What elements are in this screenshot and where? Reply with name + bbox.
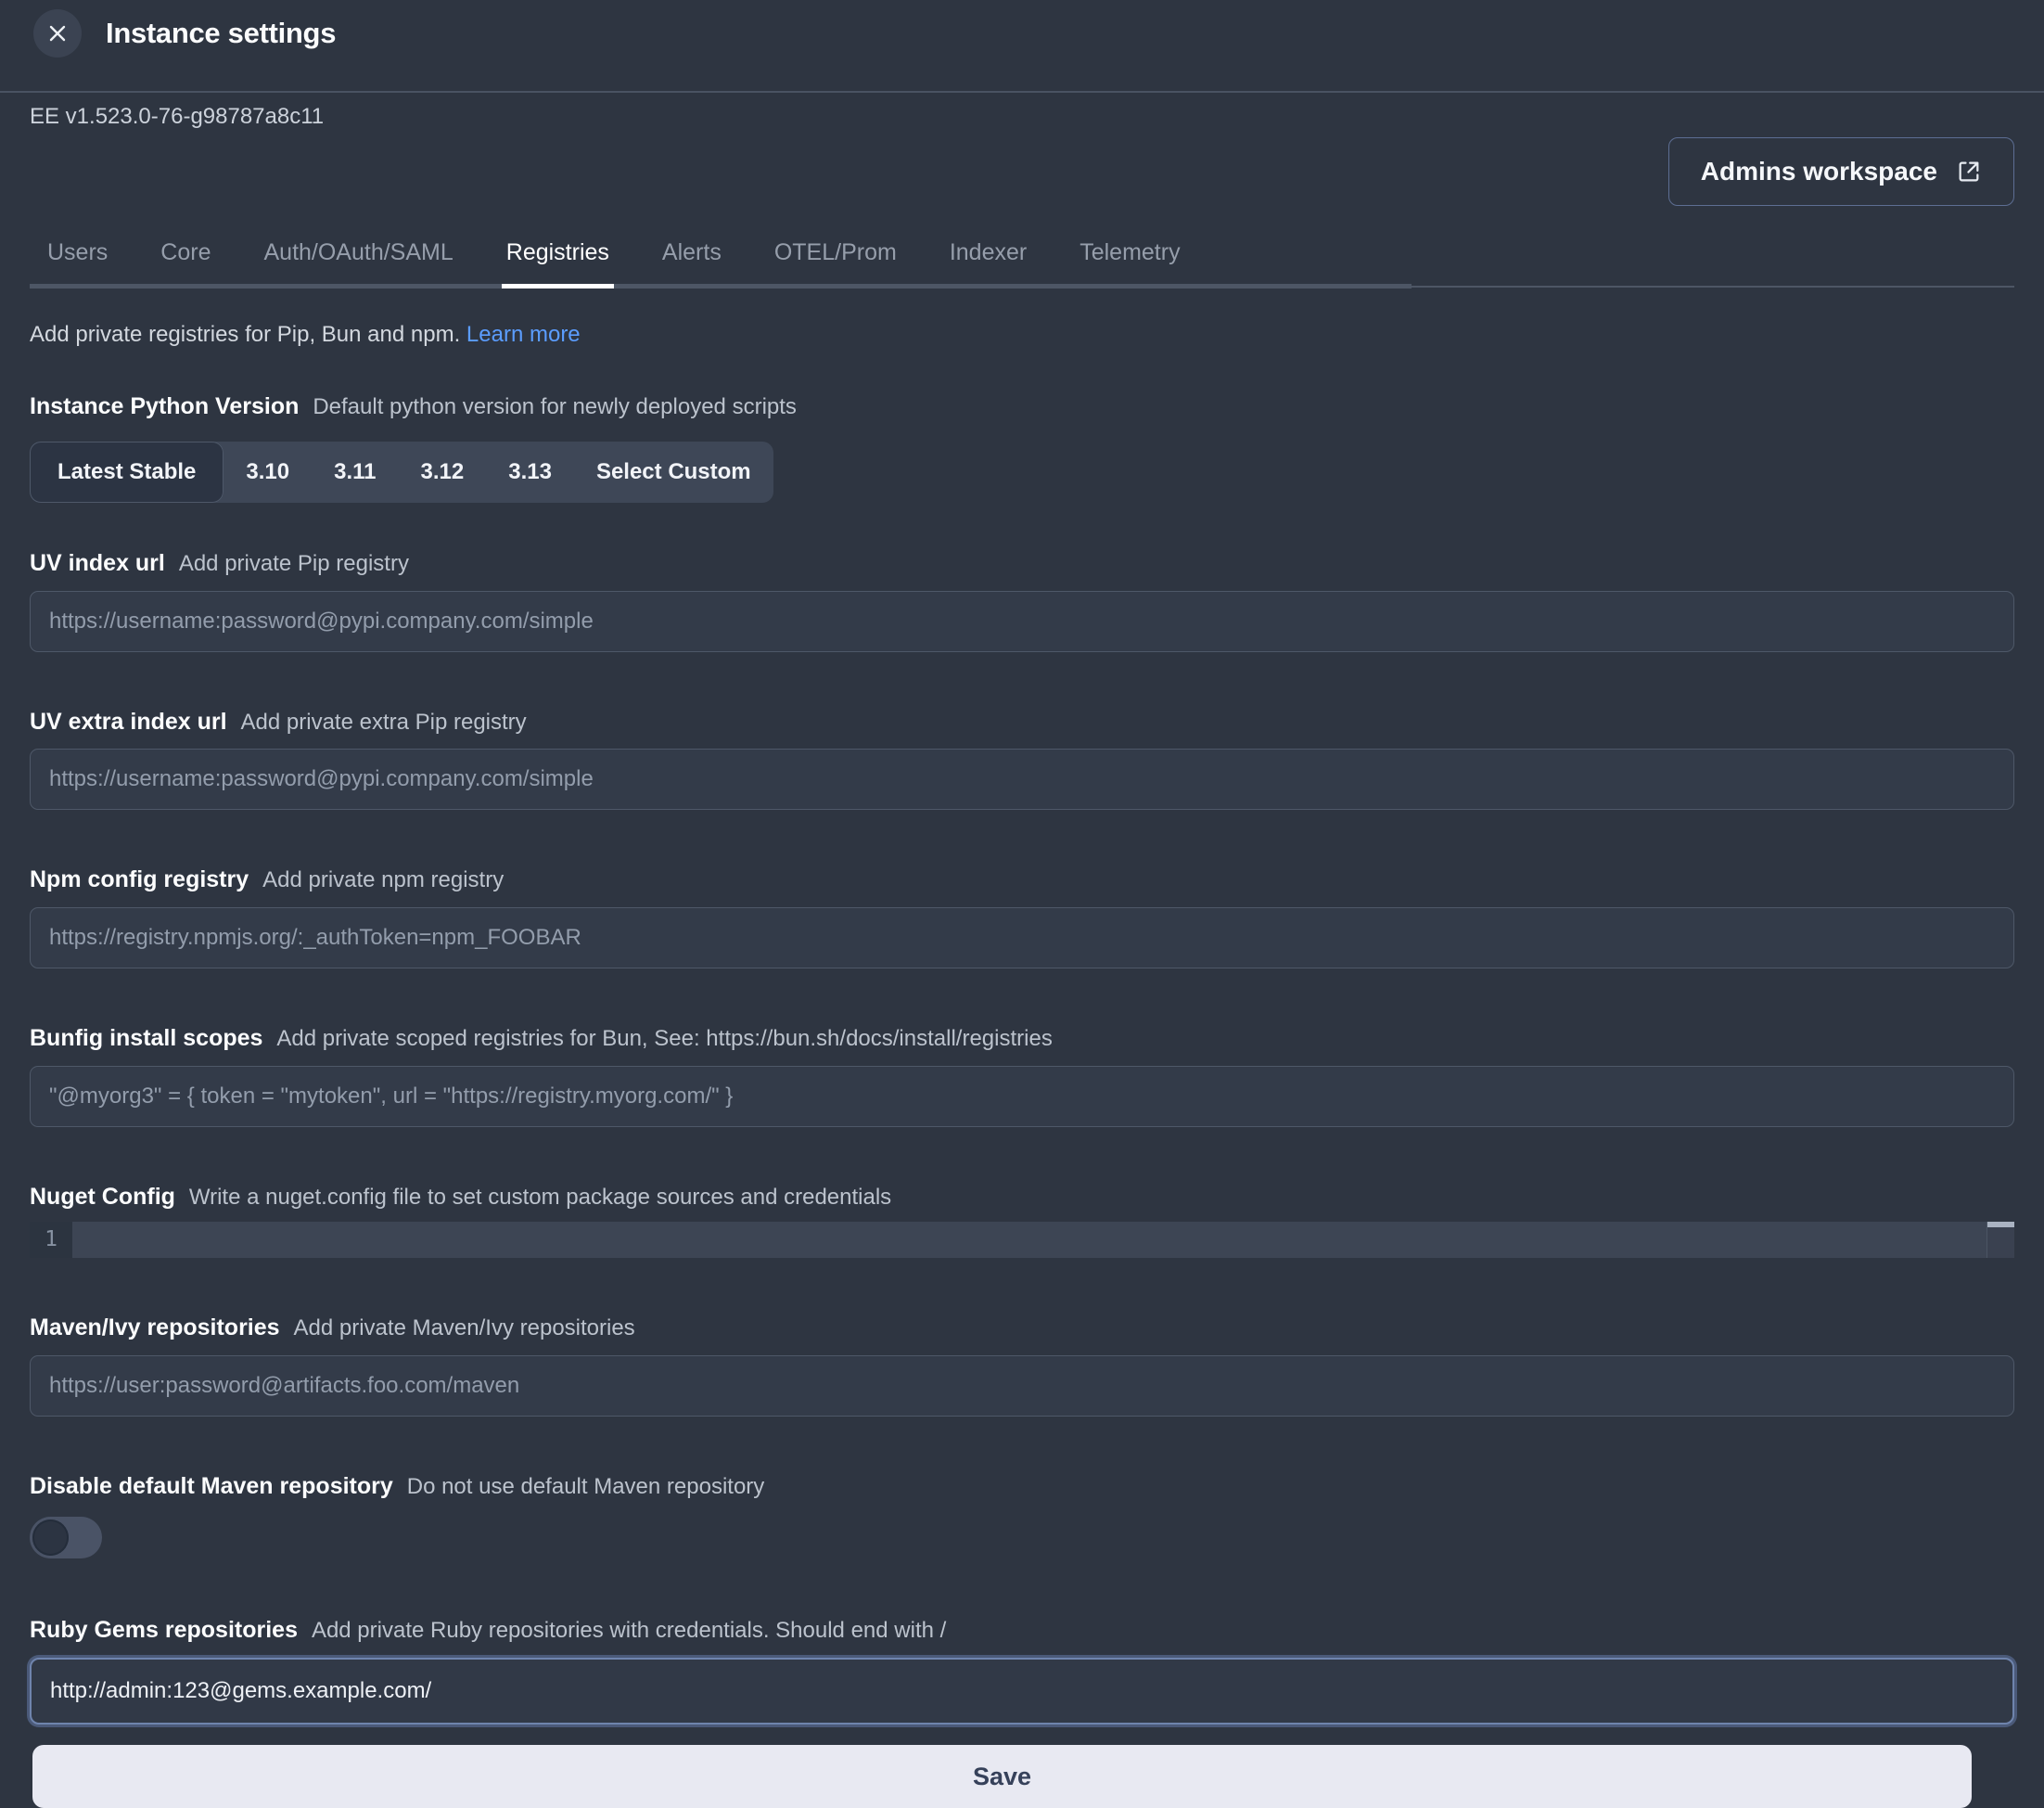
uv-extra-index-url-description: Add private extra Pip registry: [241, 710, 527, 735]
maven-ivy-repositories-label: Maven/Ivy repositories: [30, 1314, 280, 1340]
section-bunfig-install-scopes: Bunfig install scopes Add private scoped…: [30, 1024, 2014, 1127]
tab-registries[interactable]: Registries: [502, 226, 614, 289]
nuget-config-editor[interactable]: 1: [30, 1222, 2014, 1258]
bunfig-install-scopes-label: Bunfig install scopes: [30, 1025, 262, 1051]
ruby-gems-repositories-description: Add private Ruby repositories with crede…: [312, 1618, 946, 1643]
python-version-option-3-11[interactable]: 3.11: [312, 442, 398, 503]
npm-config-registry-label: Npm config registry: [30, 866, 249, 892]
disable-default-maven-toggle[interactable]: [30, 1517, 102, 1558]
bunfig-install-scopes-description: Add private scoped registries for Bun, S…: [276, 1026, 1052, 1051]
admins-workspace-button[interactable]: Admins workspace: [1668, 137, 2014, 206]
intro-note: Add private registries for Pip, Bun and …: [30, 322, 2014, 348]
section-npm-config-registry: Npm config registry Add private npm regi…: [30, 866, 2014, 968]
tab-indexer[interactable]: Indexer: [945, 226, 1031, 284]
uv-extra-index-url-label: UV extra index url: [30, 709, 227, 735]
ruby-gems-repositories-input[interactable]: [30, 1658, 2014, 1725]
uv-extra-index-url-input[interactable]: [30, 749, 2014, 810]
page-title: Instance settings: [106, 17, 336, 50]
editor-active-line[interactable]: [72, 1222, 1987, 1258]
section-nuget-config: Nuget Config Write a nuget.config file t…: [30, 1183, 2014, 1258]
python-version-option-3-13[interactable]: 3.13: [486, 442, 574, 503]
tab-otel-prom[interactable]: OTEL/Prom: [770, 226, 901, 284]
npm-config-registry-input[interactable]: [30, 907, 2014, 968]
intro-text: Add private registries for Pip, Bun and …: [30, 322, 460, 347]
python-version-option-select-custom[interactable]: Select Custom: [574, 442, 773, 503]
editor-scrollbar-track: [1987, 1222, 2014, 1258]
tab-telemetry[interactable]: Telemetry: [1075, 226, 1184, 284]
disable-default-maven-label: Disable default Maven repository: [30, 1473, 393, 1499]
python-version-option-latest-stable[interactable]: Latest Stable: [30, 442, 224, 503]
close-icon: [46, 22, 69, 45]
tab-core[interactable]: Core: [156, 226, 215, 284]
tab-auth-oauth-saml[interactable]: Auth/OAuth/SAML: [259, 226, 457, 284]
version-label: EE v1.523.0-76-g98787a8c11: [0, 104, 2044, 130]
uv-index-url-input[interactable]: [30, 591, 2014, 652]
npm-config-registry-description: Add private npm registry: [262, 867, 504, 892]
section-ruby-gems-repositories: Ruby Gems repositories Add private Ruby …: [30, 1616, 2014, 1725]
section-uv-extra-index-url: UV extra index url Add private extra Pip…: [30, 708, 2014, 811]
maven-ivy-repositories-input[interactable]: [30, 1355, 2014, 1417]
maven-ivy-repositories-description: Add private Maven/Ivy repositories: [294, 1315, 635, 1340]
ruby-gems-repositories-label: Ruby Gems repositories: [30, 1617, 298, 1643]
bunfig-install-scopes-input[interactable]: [30, 1066, 2014, 1127]
section-uv-index-url: UV index url Add private Pip registry: [30, 549, 2014, 652]
close-button[interactable]: [33, 9, 82, 58]
disable-default-maven-description: Do not use default Maven repository: [407, 1474, 765, 1499]
external-link-icon: [1956, 159, 1982, 185]
toggle-knob: [32, 1519, 69, 1556]
tab-alerts[interactable]: Alerts: [658, 226, 726, 284]
section-maven-ivy-repositories: Maven/Ivy repositories Add private Maven…: [30, 1314, 2014, 1417]
editor-scrollbar-thumb[interactable]: [1987, 1222, 2014, 1227]
python-version-label: Instance Python Version: [30, 393, 299, 419]
nuget-config-label: Nuget Config: [30, 1184, 175, 1210]
save-button-label: Save: [973, 1763, 1031, 1791]
section-disable-default-maven: Disable default Maven repository Do not …: [30, 1472, 2014, 1559]
tab-bar: Users Core Auth/OAuth/SAML Registries Alerts…: [30, 226, 2014, 289]
uv-index-url-description: Add private Pip registry: [179, 551, 409, 576]
modal-header: Instance settings: [0, 0, 2044, 67]
python-version-option-3-10[interactable]: 3.10: [224, 442, 312, 503]
learn-more-link[interactable]: Learn more: [466, 322, 581, 347]
tab-users[interactable]: Users: [43, 226, 112, 284]
clipped-windmill-heading: Windmill: [0, 93, 2044, 101]
section-python-version: Instance Python Version Default python v…: [30, 392, 2014, 503]
python-version-segmented-control: Latest Stable3.103.113.123.13Select Cust…: [30, 442, 773, 503]
python-version-description: Default python version for newly deploye…: [313, 394, 797, 419]
admins-workspace-label: Admins workspace: [1701, 157, 1937, 186]
save-button[interactable]: Save: [32, 1745, 1972, 1808]
editor-line-number: 1: [30, 1222, 72, 1258]
python-version-option-3-12[interactable]: 3.12: [399, 442, 487, 503]
uv-index-url-label: UV index url: [30, 550, 165, 576]
nuget-config-description: Write a nuget.config file to set custom …: [189, 1185, 891, 1210]
